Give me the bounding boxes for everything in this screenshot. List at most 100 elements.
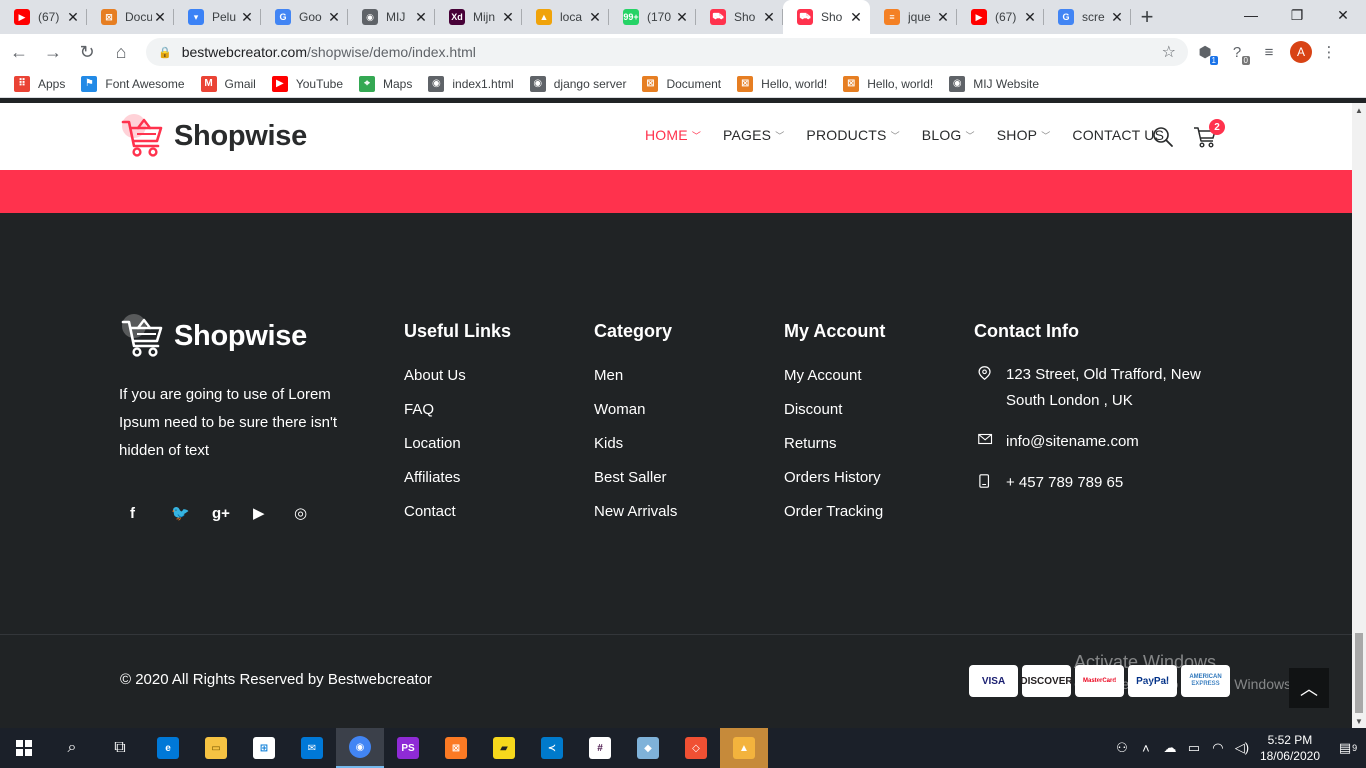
tab-close-icon[interactable]: ✕ <box>152 9 168 26</box>
bookmark-star-icon[interactable]: ☆ <box>1162 42 1176 62</box>
browser-tab[interactable]: 99+ (170 ✕ <box>609 0 696 34</box>
bookmark-item[interactable]: ◉ index1.html <box>428 75 514 92</box>
google-plus-icon[interactable]: g+ <box>210 501 251 525</box>
footer-link[interactable]: Woman <box>594 400 677 434</box>
tab-close-icon[interactable]: ✕ <box>587 9 603 26</box>
address-bar[interactable]: 🔒 bestwebcreator.com/shopwise/demo/index… <box>146 38 1188 66</box>
scrollbar-thumb[interactable] <box>1355 633 1363 713</box>
browser-tab[interactable]: ⛟ Sho ✕ <box>783 0 870 34</box>
back-icon[interactable]: ← <box>4 37 34 67</box>
tab-close-icon[interactable]: ✕ <box>413 9 429 26</box>
tab-close-icon[interactable]: ✕ <box>761 9 777 26</box>
browser-tab[interactable]: G Goo ✕ <box>261 0 348 34</box>
close-window-icon[interactable]: ✕ <box>1320 0 1366 30</box>
browser-tab[interactable]: ⊠ Docu ✕ <box>87 0 174 34</box>
chrome-icon[interactable]: ◉ <box>336 728 384 768</box>
vscode-icon[interactable]: ≺ <box>528 728 576 768</box>
reload-icon[interactable]: ↻ <box>72 37 102 67</box>
tab-close-icon[interactable]: ✕ <box>239 9 255 26</box>
bookmark-item[interactable]: ◉ django server <box>529 75 626 92</box>
mail-icon[interactable]: ✉ <box>288 728 336 768</box>
nav-item-pages[interactable]: PAGES ﹀ <box>723 127 784 143</box>
footer-link[interactable]: Contact <box>404 502 511 536</box>
footer-link[interactable]: Men <box>594 366 677 400</box>
footer-logo[interactable]: Shopwise <box>120 313 307 359</box>
bookmark-item[interactable]: ⠿ Apps <box>14 75 65 92</box>
xampp-icon[interactable]: ⊠ <box>432 728 480 768</box>
nav-item-blog[interactable]: BLOG ﹀ <box>922 127 975 143</box>
clock[interactable]: 5:52 PM 18/06/2020 <box>1260 732 1320 764</box>
app-icon[interactable]: ◆ <box>624 728 672 768</box>
bookmark-item[interactable]: ▶ YouTube <box>271 75 343 92</box>
sticky-notes-icon[interactable]: ▰ <box>480 728 528 768</box>
browser-tab[interactable]: ▶ (67) ✕ <box>957 0 1044 34</box>
profile-avatar[interactable]: A <box>1290 41 1312 63</box>
instagram-icon[interactable]: ◎ <box>292 501 333 525</box>
file-explorer-icon[interactable]: ▭ <box>192 728 240 768</box>
site-logo[interactable]: Shopwise <box>120 113 307 159</box>
extension-help-icon[interactable]: ? 0 <box>1222 37 1252 67</box>
browser-tab[interactable]: ▲ loca ✕ <box>522 0 609 34</box>
minimize-icon[interactable]: — <box>1228 0 1274 30</box>
new-tab-button[interactable]: + <box>1131 0 1163 34</box>
page-scrollbar[interactable]: ▲ ▼ <box>1352 103 1366 728</box>
people-icon[interactable]: ⚇ <box>1110 740 1134 756</box>
footer-link[interactable]: About Us <box>404 366 511 400</box>
nav-item-shop[interactable]: SHOP ﹀ <box>997 127 1051 143</box>
extension-cube-icon[interactable]: ⬢ 1 <box>1190 37 1220 67</box>
nav-item-contact-us[interactable]: CONTACT US <box>1072 127 1164 143</box>
nav-item-home[interactable]: HOME ﹀ <box>645 127 701 143</box>
browser-tab[interactable]: ◉ MIJ ✕ <box>348 0 435 34</box>
tab-close-icon[interactable]: ✕ <box>1022 9 1038 26</box>
footer-link[interactable]: Orders History <box>784 468 885 502</box>
bookmark-item[interactable]: ⊠ Hello, world! <box>843 75 933 92</box>
tab-close-icon[interactable]: ✕ <box>65 9 81 26</box>
bookmark-item[interactable]: ⚑ Font Awesome <box>81 75 185 92</box>
menu-kebab-icon[interactable]: ⋮ <box>1314 37 1344 67</box>
footer-link[interactable]: Kids <box>594 434 677 468</box>
onedrive-icon[interactable]: ☁ <box>1158 740 1182 756</box>
tab-close-icon[interactable]: ✕ <box>935 9 951 26</box>
edge-icon[interactable]: e <box>144 728 192 768</box>
footer-link[interactable]: Returns <box>784 434 885 468</box>
browser-tab[interactable]: Xd Mijn ✕ <box>435 0 522 34</box>
bookmark-item[interactable]: ⌖ Maps <box>359 75 412 92</box>
slack-icon[interactable]: # <box>576 728 624 768</box>
tab-close-icon[interactable]: ✕ <box>326 9 342 26</box>
store-icon[interactable]: ⊞ <box>240 728 288 768</box>
search-icon[interactable] <box>1152 126 1174 148</box>
footer-link[interactable]: Order Tracking <box>784 502 885 536</box>
chevron-up-icon[interactable]: ˄ <box>1134 741 1158 756</box>
media-controls-icon[interactable]: ≡ <box>1254 37 1284 67</box>
tab-close-icon[interactable]: ✕ <box>848 9 864 26</box>
volume-icon[interactable]: ◁) <box>1230 740 1254 756</box>
tab-close-icon[interactable]: ✕ <box>674 9 690 26</box>
bookmark-item[interactable]: ⊠ Hello, world! <box>737 75 827 92</box>
footer-link[interactable]: Affiliates <box>404 468 511 502</box>
task-view-icon[interactable]: ⧉ <box>96 728 144 768</box>
footer-link[interactable]: My Account <box>784 366 885 400</box>
tab-close-icon[interactable]: ✕ <box>1109 9 1125 26</box>
browser-tab[interactable]: ▶ (67) ✕ <box>0 0 87 34</box>
action-center-icon[interactable]: ▤ 9 <box>1330 728 1366 768</box>
windows-start-icon[interactable] <box>0 728 48 768</box>
battery-icon[interactable]: ▭ <box>1182 740 1206 756</box>
youtube-icon[interactable]: ▶ <box>251 501 292 525</box>
forward-icon[interactable]: → <box>38 37 68 67</box>
bookmark-item[interactable]: ◉ MIJ Website <box>949 75 1039 92</box>
footer-link[interactable]: Best Saller <box>594 468 677 502</box>
browser-tab[interactable]: ≡ jque ✕ <box>870 0 957 34</box>
git-icon[interactable]: ◇ <box>672 728 720 768</box>
browser-tab[interactable]: Gscre ✕ <box>1044 0 1131 34</box>
wifi-icon[interactable]: ◠ <box>1206 740 1230 756</box>
maximize-icon[interactable]: ❐ <box>1274 0 1320 30</box>
twitter-icon[interactable]: 🐦 <box>169 501 210 525</box>
image-viewer-icon[interactable]: ▲ <box>720 728 768 768</box>
footer-link[interactable]: New Arrivals <box>594 502 677 536</box>
tab-close-icon[interactable]: ✕ <box>500 9 516 26</box>
phpstorm-icon[interactable]: PS <box>384 728 432 768</box>
email-link[interactable]: info@sitename.com <box>1006 429 1139 455</box>
scroll-to-top-button[interactable]: ︿ <box>1289 668 1329 708</box>
browser-tab[interactable]: ▾ Pelu ✕ <box>174 0 261 34</box>
footer-link[interactable]: FAQ <box>404 400 511 434</box>
